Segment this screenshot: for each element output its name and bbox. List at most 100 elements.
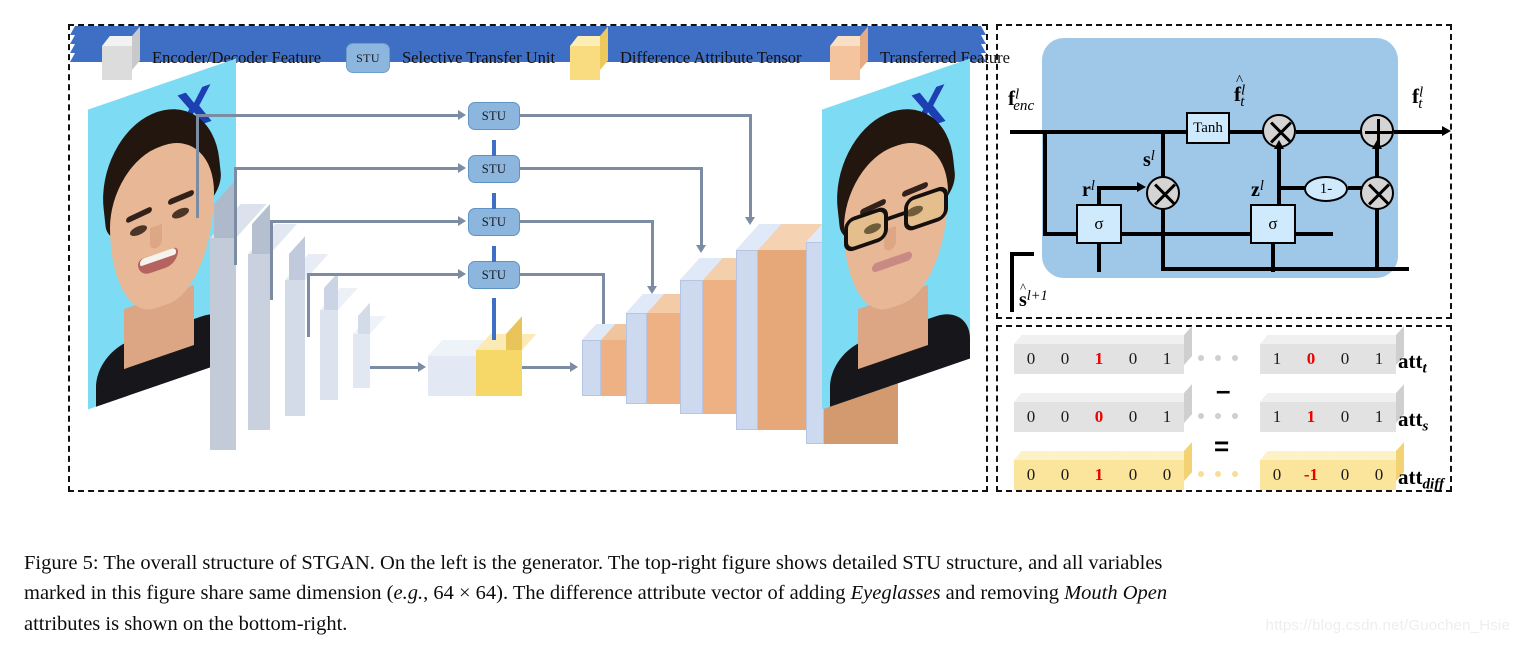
gray-cube-icon (102, 26, 140, 80)
att-s-cell-1: 0 (1048, 393, 1090, 432)
skip1-horizontal (196, 114, 458, 117)
out1-horizontal (520, 114, 751, 117)
att-s-cell-4: 1 (1150, 384, 1192, 432)
stu-node-2[interactable]: STU (468, 155, 520, 183)
skip4-horizontal (307, 273, 458, 276)
skip1-arrow-head (458, 110, 466, 120)
legend-label-difference-attribute-tensor: Difference Attribute Tensor (620, 48, 802, 67)
legend-label-encoder-decoder-feature: Encoder/Decoder Feature (152, 48, 322, 67)
caption-seg-b: , 64 × 64). The difference attribute vec… (423, 582, 851, 605)
out4-vertical (602, 273, 605, 329)
att-t-cell-5: 1 (1260, 335, 1302, 374)
label-s-l: sl (1143, 148, 1155, 172)
att-t-cell-0: 0 (1014, 335, 1056, 374)
label-f-t-output: flt (1412, 84, 1424, 112)
wire-br-mult-arrow-head (1372, 140, 1382, 149)
caption-em-mouth-open: Mouth Open (1064, 582, 1168, 605)
att-t-cell-2: 1 (1082, 335, 1124, 374)
legend-item-difference-attribute-tensor: Difference Attribute Tensor (570, 26, 802, 80)
encoder-block-2 (248, 204, 298, 430)
out1-vertical (749, 114, 752, 217)
att-diff-cell-2: 1 (1082, 451, 1124, 490)
att-diff-label: attdiff (1398, 465, 1445, 493)
att-row-att-t: 0 0 1 0 1 (1014, 326, 1192, 375)
caption-em-eg: e.g. (393, 582, 424, 605)
equals-operator: = (1214, 431, 1230, 461)
bottleneck-arrow-head (418, 362, 426, 372)
stu-chip-icon: STU (346, 43, 390, 73)
figure-root: Encoder/Decoder Feature STU Selective Tr… (0, 0, 1522, 653)
out2-arrow-head (696, 245, 706, 253)
att-diff-cell-4: 0 (1150, 442, 1192, 490)
stu-link-2-1 (492, 140, 496, 156)
legend-item-selective-transfer-unit: STU Selective Transfer Unit (346, 43, 555, 73)
out2-horizontal (520, 167, 702, 170)
label-f-hat-t: ^ flt (1234, 73, 1246, 110)
encoder-block-4 (320, 272, 358, 400)
att-diff-ellipsis (1198, 471, 1238, 477)
decoder-block-4 (736, 224, 836, 430)
att-t-cell-6: 0 (1294, 335, 1336, 374)
label-r-l: rl (1082, 178, 1095, 202)
att-t-label: attt (1398, 349, 1427, 377)
multiply-op-bottom-right (1360, 176, 1394, 210)
wire-br-mult-down (1375, 208, 1379, 270)
sigma-box-update: σ (1250, 204, 1296, 244)
sigma-box-reset: σ (1076, 204, 1122, 244)
att-s-cell-2: 0 (1082, 393, 1124, 432)
legend-label-transferred-feature: Transferred Feature (880, 48, 1010, 67)
wire-s-hat-input (1010, 252, 1014, 312)
decoder-entry-arrow-head (570, 362, 578, 372)
caption-em-eyeglasses: Eyeglasses (850, 582, 941, 605)
encoder-block-5 (353, 302, 387, 388)
stu-link-3-2 (492, 193, 496, 209)
wire-s-mult-down (1161, 208, 1165, 270)
output-face-photo: X (822, 58, 970, 410)
att-s-cell-7: 0 (1328, 393, 1370, 432)
out3-vertical (651, 220, 654, 286)
wire-mult-to-add (1296, 130, 1364, 134)
att-s-cell-0: 0 (1014, 393, 1056, 432)
att-t-cell-3: 0 (1116, 335, 1158, 374)
out3-horizontal (520, 220, 653, 223)
decoder-block-2 (626, 294, 700, 404)
minus-operator: – (1216, 375, 1231, 405)
wire-r-sigma-input (1097, 242, 1101, 272)
stu-node-4[interactable]: STU (468, 261, 520, 289)
decoder-block-1 (582, 324, 645, 396)
att-s-cell-5: 1 (1260, 393, 1302, 432)
legend-item-transferred-feature: Transferred Feature (830, 26, 1010, 80)
wire-z-arrow-head (1274, 140, 1284, 149)
skip2-horizontal (234, 167, 458, 170)
bottleneck-feature-block (428, 340, 491, 396)
att-diff-cell-7: 0 (1328, 451, 1370, 490)
out4-horizontal (520, 273, 604, 276)
wire-f-enc-branch-down (1043, 130, 1047, 234)
wire-bottom-bus-2 (1161, 267, 1409, 271)
stu-node-3[interactable]: STU (468, 208, 520, 236)
legend-label-selective-transfer-unit: Selective Transfer Unit (402, 48, 556, 67)
wire-z-sigma-input (1271, 242, 1275, 272)
att-diff-cell-6: -1 (1294, 451, 1336, 490)
bottleneck-arrow-line (370, 366, 418, 369)
label-s-hat-in: ^ sl+1 (1019, 280, 1048, 312)
wire-s-hat-corner (1010, 252, 1034, 256)
skip2-vertical (234, 169, 237, 265)
skip3-arrow-head (458, 216, 466, 226)
skip2-arrow-head (458, 163, 466, 173)
stu-node-1[interactable]: STU (468, 102, 520, 130)
caption-line-2: marked in this figure share same dimensi… (24, 578, 1502, 608)
caption-seg-c: and removing (940, 582, 1065, 605)
label-z-l: zl (1251, 178, 1264, 202)
difference-attribute-cube (476, 316, 537, 396)
att-row-att-s-right: 1 1 0 1 (1260, 384, 1404, 433)
att-diff-cell-5: 0 (1260, 451, 1302, 490)
att-diff-cell-1: 0 (1048, 451, 1090, 490)
one-minus-oval: 1- (1304, 176, 1348, 202)
attribute-vectors-panel: 0 0 1 0 1 1 0 0 1 attt – 0 0 0 0 1 1 1 0… (996, 325, 1452, 493)
tanh-box: Tanh (1186, 112, 1230, 144)
att-row-att-diff: 0 0 1 0 0 (1014, 442, 1192, 491)
skip4-arrow-head (458, 269, 466, 279)
wire-r-right (1097, 186, 1139, 190)
label-f-enc: flenc (1008, 86, 1035, 114)
